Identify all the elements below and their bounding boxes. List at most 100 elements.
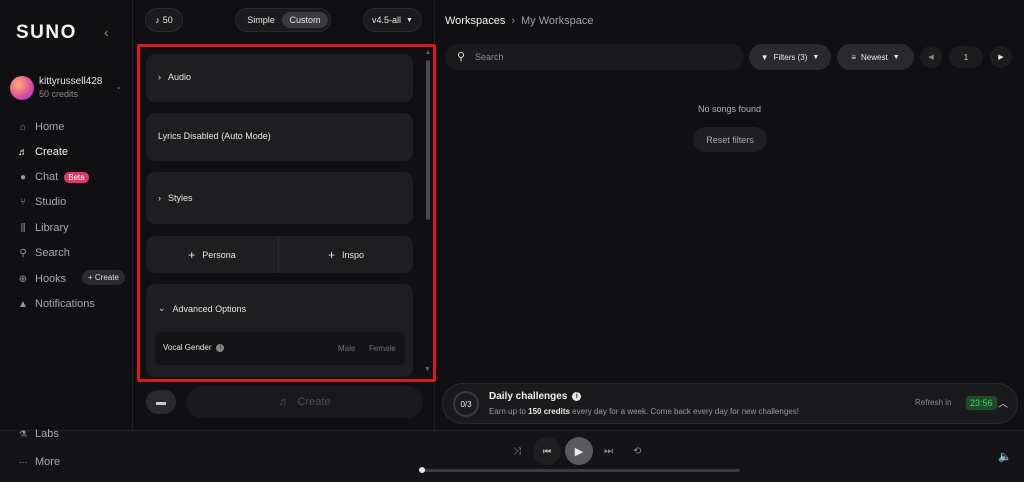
skip-forward-icon[interactable]: ⏭ xyxy=(604,446,613,457)
refresh-timer: 23:56 xyxy=(966,396,997,410)
breadcrumb-workspaces[interactable]: Workspaces xyxy=(445,15,505,27)
suno-logo[interactable]: SUNO xyxy=(16,22,77,44)
sidebar-item-label: Labs xyxy=(35,428,59,440)
refresh-label: Refresh in xyxy=(915,398,952,407)
skip-back-icon: ⏮ xyxy=(542,445,552,456)
player-bar xyxy=(0,430,1024,482)
highlight-box xyxy=(137,44,436,382)
repeat-icon[interactable]: ⟲ xyxy=(633,446,641,457)
play-icon: ▶ xyxy=(574,445,584,458)
sort-button[interactable]: ≡ Newest ▼ xyxy=(837,44,914,70)
caret-right-icon: ▶ xyxy=(998,54,1004,61)
reset-filters-button[interactable]: Reset filters xyxy=(693,127,767,152)
flask-icon: ⚗ xyxy=(18,428,28,439)
page-number[interactable]: 1 xyxy=(949,46,983,68)
empty-message: No songs found xyxy=(697,104,762,114)
hooks-create-button[interactable]: + Create xyxy=(82,270,125,285)
chevron-up-icon[interactable]: ︿ xyxy=(998,395,1008,410)
create-button-label: Create xyxy=(297,396,331,408)
caret-down-icon: ▼ xyxy=(892,53,900,61)
hooks-icon: ⊕ xyxy=(18,273,28,285)
chat-icon: ● xyxy=(19,171,27,183)
challenge-desc-prefix: Earn up to xyxy=(489,407,529,416)
sidebar-item-more[interactable]: ··· More xyxy=(17,456,61,468)
sidebar-item-chat[interactable]: ● Chat Beta xyxy=(17,168,89,186)
studio-icon: ⑂ xyxy=(20,196,26,208)
filter-icon: ▼ xyxy=(760,52,769,62)
library-icon: ⫼ xyxy=(20,222,26,234)
previous-track-button[interactable]: ⏮ xyxy=(533,437,561,465)
sidebar-item-labs[interactable]: ⚗ Labs xyxy=(17,428,59,440)
caret-left-icon: ◀ xyxy=(928,54,934,61)
sidebar-item-label: Library xyxy=(35,222,69,234)
mode-custom[interactable]: Custom xyxy=(282,12,328,28)
credits-count: 50 xyxy=(162,15,173,25)
model-label: v4.5-all xyxy=(372,15,402,25)
username: kittyrussell428 xyxy=(39,76,103,87)
search-box: ⚲ xyxy=(445,44,744,70)
sort-icon: ≡ xyxy=(851,52,857,62)
chevron-down-icon: ⌄ xyxy=(115,82,122,91)
search-icon: ⚲ xyxy=(19,247,27,259)
filters-label: Filters (3) xyxy=(773,52,808,62)
create-button[interactable]: ♬ Create xyxy=(186,386,423,418)
music-note-icon: ♪ xyxy=(155,15,160,25)
music-note-icon: ♬ xyxy=(18,146,28,158)
caret-down-icon: ▼ xyxy=(406,16,413,24)
workspace-panel: Workspaces › My Workspace ⚲ ▼ Filters (3… xyxy=(435,0,1024,430)
beta-badge: Beta xyxy=(64,171,89,183)
caret-down-icon: ▼ xyxy=(812,53,820,61)
sidebar-item-label: More xyxy=(35,456,61,468)
challenge-title-text: Daily challenges xyxy=(489,391,568,402)
model-select[interactable]: v4.5-all ▼ xyxy=(363,8,422,32)
home-icon: ⌂ xyxy=(19,121,27,133)
chevron-right-icon: › xyxy=(511,15,515,27)
trash-icon: ▬ xyxy=(156,396,166,408)
credits-pill[interactable]: ♪ 50 xyxy=(145,8,183,32)
prev-page-button[interactable]: ◀ xyxy=(920,46,942,68)
sidebar-item-notifications[interactable]: ▲ Notifications xyxy=(17,295,95,313)
sidebar-item-label: Create xyxy=(35,146,69,158)
progress-bar[interactable] xyxy=(422,469,740,472)
shuffle-icon[interactable]: ⤨ xyxy=(513,446,521,457)
sidebar-item-search[interactable]: ⚲ Search xyxy=(17,244,70,262)
challenge-desc-suffix: every day for a week. Come back every da… xyxy=(569,407,799,416)
search-input[interactable] xyxy=(475,48,735,66)
profile-menu[interactable]: kittyrussell428 50 credits ⌄ xyxy=(10,74,126,102)
more-icon: ··· xyxy=(18,457,28,467)
challenge-description: Earn up to 150 credits every day for a w… xyxy=(489,407,799,416)
breadcrumb-current: My Workspace xyxy=(521,15,594,27)
challenge-progress: 0/3 xyxy=(453,391,479,417)
mode-simple[interactable]: Simple xyxy=(241,12,281,28)
credits-label: 50 credits xyxy=(39,89,79,99)
sort-label: Newest xyxy=(861,52,888,62)
chevron-left-icon[interactable]: ‹ xyxy=(104,24,109,40)
sidebar-item-label: Search xyxy=(35,247,70,259)
breadcrumb: Workspaces › My Workspace xyxy=(445,15,594,27)
challenge-desc-credits: 150 credits xyxy=(528,407,570,416)
sidebar-item-label: Hooks xyxy=(35,273,67,285)
sidebar-item-studio[interactable]: ⑂ Studio xyxy=(17,193,66,211)
sidebar-item-label: Notifications xyxy=(35,298,95,310)
progress-knob[interactable] xyxy=(419,467,425,473)
bell-icon: ▲ xyxy=(18,298,28,310)
trash-button[interactable]: ▬ xyxy=(146,390,176,414)
play-button[interactable]: ▶ xyxy=(565,437,593,465)
search-icon: ⚲ xyxy=(457,51,466,63)
sidebar: SUNO ‹ kittyrussell428 50 credits ⌄ ⌂ Ho… xyxy=(0,0,133,430)
challenge-title: Daily challenges i xyxy=(489,391,582,402)
volume-icon[interactable]: 🔈 xyxy=(998,450,1012,463)
sidebar-item-library[interactable]: ⫼ Library xyxy=(17,219,69,237)
filters-button[interactable]: ▼ Filters (3) ▼ xyxy=(749,44,831,70)
sidebar-item-label: Home xyxy=(35,121,65,133)
music-note-icon: ♬ xyxy=(278,396,290,408)
mode-toggle: Simple Custom xyxy=(235,8,331,32)
daily-challenges-banner[interactable]: 0/3 Daily challenges i Earn up to 150 cr… xyxy=(442,383,1018,424)
sidebar-item-label: Chat xyxy=(35,171,59,183)
next-page-button[interactable]: ▶ xyxy=(990,46,1012,68)
sidebar-item-home[interactable]: ⌂ Home xyxy=(17,118,64,136)
sidebar-item-hooks[interactable]: ⊕ Hooks xyxy=(17,270,66,288)
sidebar-item-create[interactable]: ♬ Create xyxy=(17,143,68,161)
sidebar-item-label: Studio xyxy=(35,196,67,208)
info-icon[interactable]: i xyxy=(572,392,582,401)
